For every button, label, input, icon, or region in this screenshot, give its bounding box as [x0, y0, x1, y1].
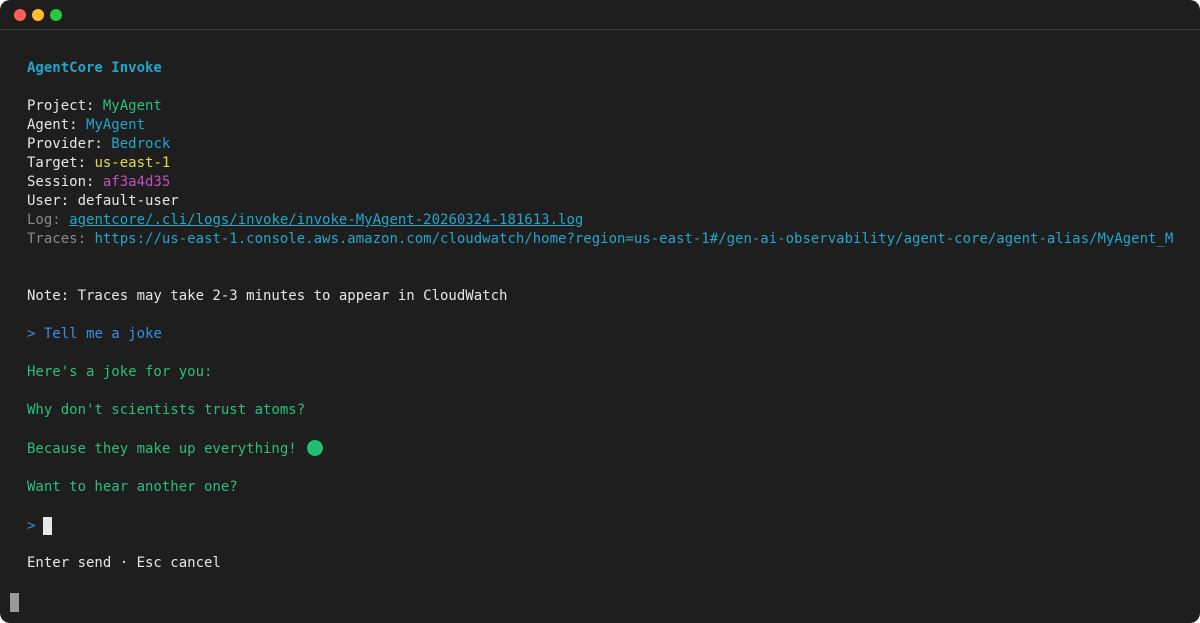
- project-value: MyAgent: [102, 98, 162, 114]
- app-title: AgentCore Invoke: [27, 60, 162, 76]
- agent-label: Agent:: [27, 117, 87, 133]
- keyboard-hint: Enter send · Esc cancel: [27, 555, 221, 571]
- prompt-symbol: >: [27, 326, 36, 342]
- user-message-text: Tell me a joke: [43, 326, 162, 342]
- agent-row: Agent: MyAgent: [27, 116, 145, 135]
- provider-row: Provider: Bedrock: [27, 135, 170, 154]
- traces-row: Traces: https://us-east-1.console.aws.am…: [27, 230, 1173, 249]
- log-label: Log:: [27, 212, 70, 228]
- title-bar: [0, 0, 1200, 30]
- terminal-window: AgentCore Invoke Project: MyAgent Agent:…: [0, 0, 1200, 623]
- provider-value: Bedrock: [111, 136, 171, 152]
- text-cursor: [43, 517, 53, 535]
- input-prompt-symbol: >: [27, 518, 36, 534]
- response-line: Why don't scientists trust atoms?: [27, 402, 306, 418]
- green-circle-emoji-icon: [306, 440, 323, 456]
- response-line: Want to hear another one?: [27, 479, 238, 495]
- user-value: default-user: [77, 193, 179, 209]
- response-text: Because they make up everything!: [27, 441, 297, 457]
- target-label: Target:: [27, 155, 95, 171]
- session-value: af3a4d35: [102, 174, 171, 190]
- terminal-cursor: [10, 593, 19, 612]
- user-row: User: default-user: [27, 192, 179, 211]
- project-row: Project: MyAgent: [27, 97, 162, 116]
- input-prompt[interactable]: >: [27, 516, 53, 538]
- user-message: > Tell me a joke: [27, 325, 162, 344]
- response-line-with-emoji: Because they make up everything!: [27, 440, 323, 459]
- log-path-link[interactable]: agentcore/.cli/logs/invoke/invoke-MyAgen…: [69, 212, 583, 228]
- provider-label: Provider:: [27, 136, 112, 152]
- traces-label: Traces:: [27, 231, 95, 247]
- agent-value: MyAgent: [86, 117, 146, 133]
- target-row: Target: us-east-1: [27, 154, 170, 173]
- session-label: Session:: [27, 174, 103, 190]
- close-window-button[interactable]: [14, 9, 26, 21]
- traces-note: Note: Traces may take 2-3 minutes to app…: [27, 288, 508, 304]
- traces-url-link[interactable]: https://us-east-1.console.aws.amazon.com…: [94, 231, 1173, 247]
- log-row: Log: agentcore/.cli/logs/invoke/invoke-M…: [27, 211, 583, 230]
- project-label: Project:: [27, 98, 103, 114]
- minimize-window-button[interactable]: [32, 9, 44, 21]
- response-line: Here's a joke for you:: [27, 364, 213, 380]
- target-value: us-east-1: [94, 155, 171, 171]
- session-row: Session: af3a4d35: [27, 173, 170, 192]
- zoom-window-button[interactable]: [50, 9, 62, 21]
- user-label: User:: [27, 193, 78, 209]
